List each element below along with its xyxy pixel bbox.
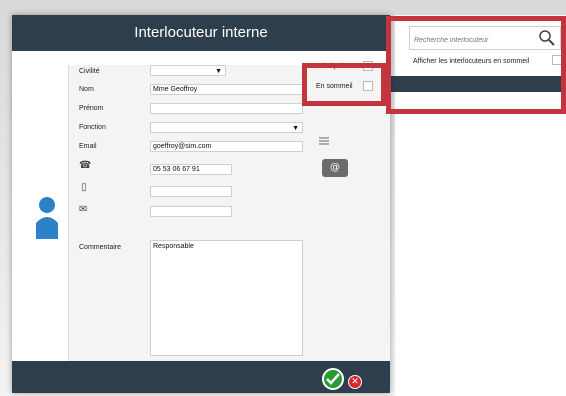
fonction-select[interactable]: ▼ — [150, 122, 303, 133]
list-icon[interactable] — [319, 137, 329, 145]
avatar-icon — [36, 197, 58, 239]
dialog-title: Interlocuteur interne — [12, 15, 390, 51]
mobile-icon: ▯ — [81, 182, 87, 193]
commentaire-textarea[interactable]: Responsable — [150, 240, 303, 356]
email-icon[interactable]: @ — [322, 159, 348, 177]
phone-icon: ☎ — [79, 160, 92, 171]
chevron-down-icon: ▼ — [292, 125, 299, 132]
highlight-box-sommeil — [302, 63, 386, 106]
civilite-select[interactable]: ▼ — [150, 65, 226, 76]
ok-button[interactable] — [322, 368, 344, 390]
civilite-label: Civilité — [79, 68, 100, 75]
highlight-box-search — [386, 16, 566, 114]
chevron-down-icon: ▼ — [215, 68, 222, 75]
email-label: Email — [79, 143, 97, 150]
phone-field[interactable]: 05 53 06 67 91 — [150, 164, 232, 175]
fax-icon: ✉ — [79, 204, 88, 215]
check-icon — [326, 373, 340, 385]
fonction-label: Fonction — [79, 124, 106, 131]
nom-label: Nom — [79, 86, 94, 93]
cancel-button[interactable]: ✕ — [348, 375, 362, 389]
email-field[interactable]: goeffroy@sim.com — [150, 141, 303, 152]
avatar-panel — [12, 65, 69, 361]
mobile-field[interactable] — [150, 186, 232, 197]
commentaire-label: Commentaire — [79, 244, 122, 251]
nom-field[interactable]: Mme Geoffroy — [150, 84, 303, 95]
prenom-label: Prénom — [79, 105, 104, 112]
prenom-field[interactable] — [150, 103, 303, 114]
fax-field[interactable] — [150, 206, 232, 217]
